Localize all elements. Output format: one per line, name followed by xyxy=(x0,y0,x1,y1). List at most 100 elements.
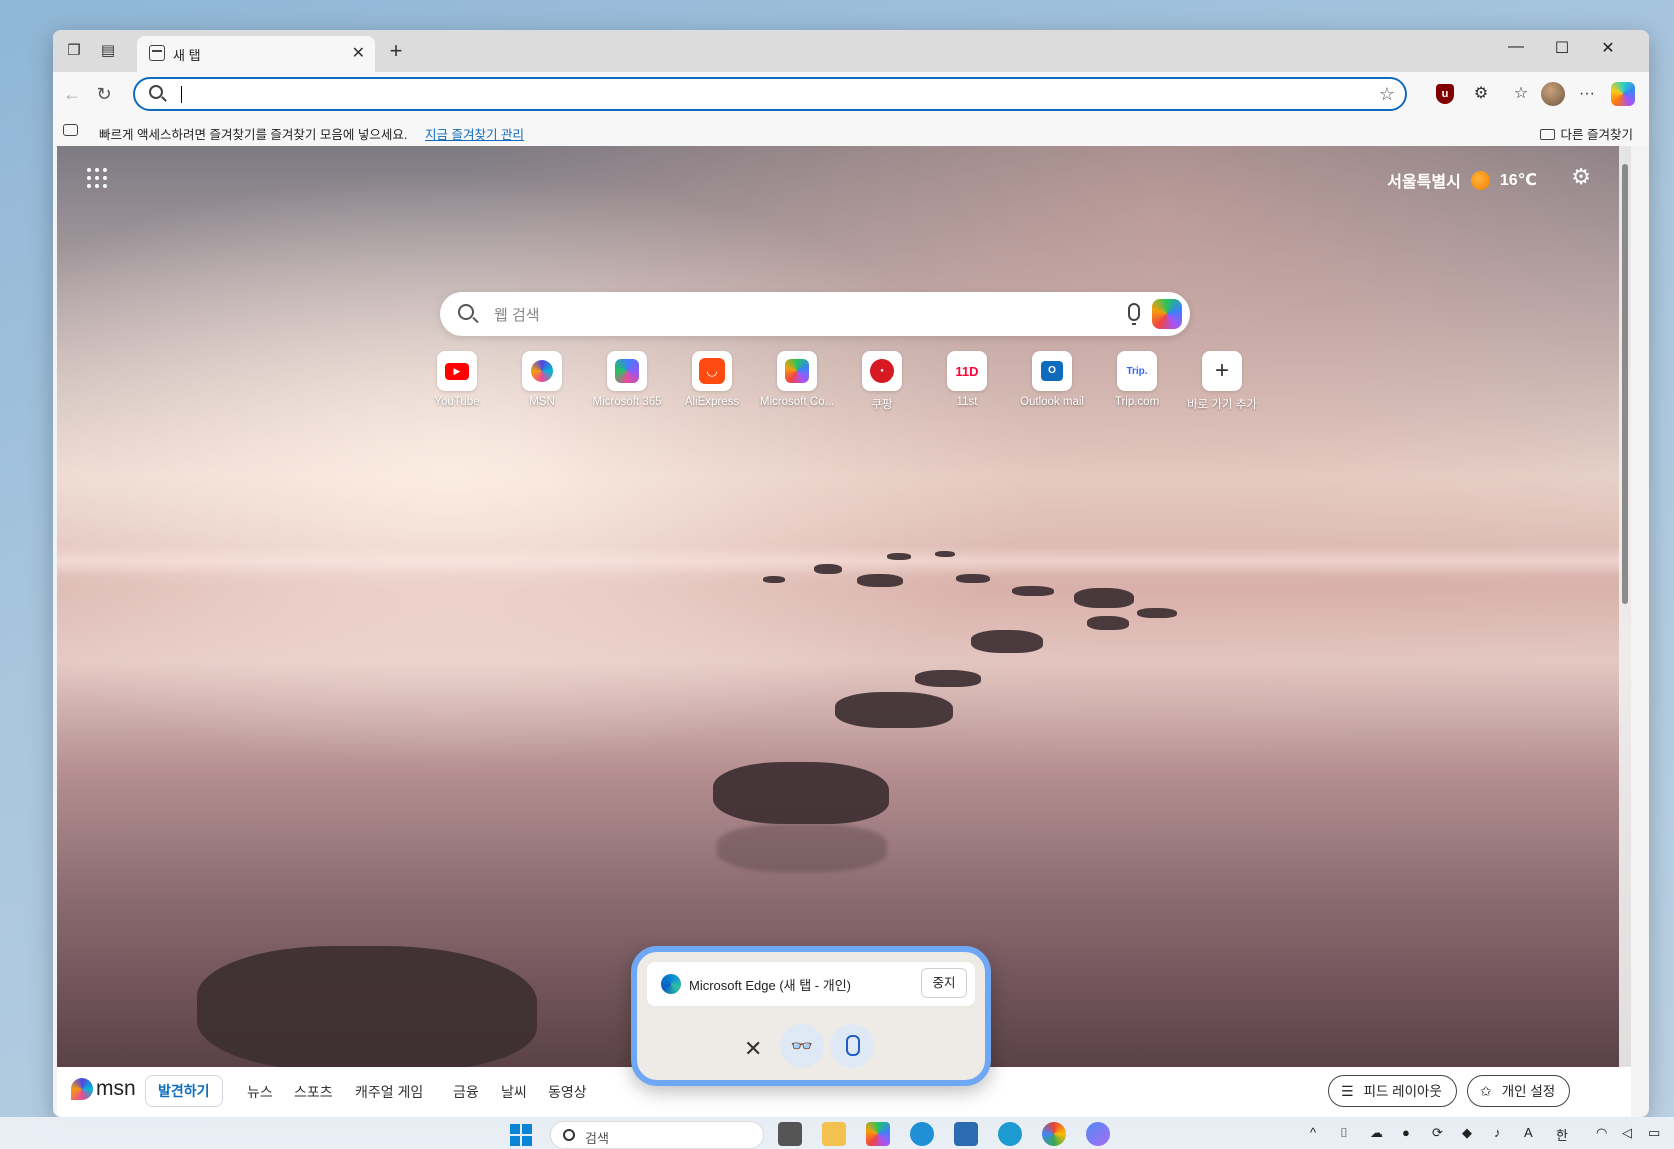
maximize-button[interactable]: ☐ xyxy=(1539,38,1585,58)
quicklink-coupang[interactable]: ● 쿠팡 xyxy=(842,351,922,412)
page-settings-gear-icon[interactable]: ⚙ xyxy=(1571,164,1591,190)
background-rock xyxy=(1012,586,1054,596)
back-button[interactable]: ← xyxy=(59,81,85,107)
battery-icon[interactable]: ▭ xyxy=(1648,1125,1660,1141)
background-rock xyxy=(1137,608,1177,618)
tray-app-icon[interactable]: ● xyxy=(1402,1125,1410,1140)
favorites-bar-icon xyxy=(63,124,78,136)
quicklink-aliexpress[interactable]: ◡ AliExpress xyxy=(672,351,752,408)
tab-bar: ❒ ▤ 새 탭 ✕ + — ☐ ✕ xyxy=(53,30,1649,72)
tab-casual-games[interactable]: 캐주얼 게임 xyxy=(355,1082,423,1102)
file-explorer-icon[interactable] xyxy=(822,1122,846,1146)
close-icon[interactable]: ✕ xyxy=(744,1036,762,1062)
quicklink-label: 쿠팡 xyxy=(871,399,893,411)
favorites-bar-message: 빠르게 액세스하려면 즐겨찾기를 즐겨찾기 모음에 넣으세요. xyxy=(99,128,408,142)
page-scrollbar[interactable] xyxy=(1619,146,1631,1067)
vertical-tabs-icon[interactable]: ▤ xyxy=(97,40,119,62)
weather-widget[interactable]: 서울특별시 16℃ xyxy=(1387,168,1537,192)
background-horizon xyxy=(57,546,1631,576)
volume-icon[interactable]: ◁ xyxy=(1622,1125,1632,1141)
start-button-windows-icon[interactable] xyxy=(510,1124,532,1146)
workspaces-icon[interactable]: ❒ xyxy=(63,40,85,62)
feed-layout-button[interactable]: ☰ 피드 레이아웃 xyxy=(1328,1075,1457,1107)
microphone-icon[interactable] xyxy=(830,1024,874,1068)
new-tab-page: 서울특별시 16℃ ⚙ 웹 검색 ▶ YouTube MSN Microsoft… xyxy=(57,146,1631,1067)
quicklink-11st[interactable]: 11D 11st xyxy=(927,351,1007,408)
copilot-app-icon[interactable] xyxy=(866,1122,890,1146)
feed-layout-label: 피드 레이아웃 xyxy=(1363,1084,1442,1099)
quicklink-label: Outlook mail xyxy=(1020,396,1084,408)
microphone-tray-icon[interactable]: ♪ xyxy=(1494,1125,1501,1140)
search-icon xyxy=(149,85,163,99)
copilot-icon xyxy=(785,359,809,383)
messenger-app-icon[interactable] xyxy=(998,1122,1022,1146)
glasses-icon[interactable]: 👓 xyxy=(780,1024,824,1068)
tab-close-icon[interactable]: ✕ xyxy=(352,43,365,63)
copilot-sidebar-icon[interactable] xyxy=(1611,82,1635,106)
store-icon[interactable] xyxy=(954,1122,978,1146)
web-search-box[interactable]: 웹 검색 xyxy=(440,292,1190,336)
wifi-icon[interactable]: ◠ xyxy=(1596,1125,1607,1141)
favorites-icon[interactable]: ☆ xyxy=(1509,82,1533,106)
tab-weather[interactable]: 날씨 xyxy=(501,1082,527,1102)
app-launcher-grid-icon[interactable] xyxy=(87,168,107,188)
search-icon xyxy=(563,1129,575,1141)
tab-news[interactable]: 뉴스 xyxy=(247,1082,273,1102)
web-search-input[interactable]: 웹 검색 xyxy=(494,304,540,325)
add-shortcut-button[interactable]: + 바로 가기 추가 xyxy=(1182,351,1262,412)
background-rock xyxy=(197,946,537,1067)
outlook-icon: O xyxy=(1041,361,1063,381)
ime-mode-a[interactable]: A xyxy=(1524,1125,1533,1140)
tab-new-tab[interactable]: 새 탭 ✕ xyxy=(137,36,375,72)
new-tab-button[interactable]: + xyxy=(383,38,409,64)
quicklink-label: YouTube xyxy=(434,396,480,408)
tab-sports[interactable]: 스포츠 xyxy=(294,1082,333,1102)
tab-discover[interactable]: 발견하기 xyxy=(145,1075,223,1107)
minimize-button[interactable]: — xyxy=(1493,38,1539,56)
copilot-icon[interactable] xyxy=(1152,299,1182,329)
msn-logo[interactable]: msn xyxy=(71,1077,136,1101)
personalize-button[interactable]: ✩ 개인 설정 xyxy=(1467,1075,1571,1107)
background-rock xyxy=(971,630,1043,653)
gemini-icon[interactable] xyxy=(1086,1122,1110,1146)
manage-favorites-link[interactable]: 지금 즐겨찾기 관리 xyxy=(425,124,524,143)
refresh-button[interactable]: ↻ xyxy=(91,81,117,107)
close-window-button[interactable]: ✕ xyxy=(1585,38,1631,58)
edge-taskbar-icon[interactable] xyxy=(910,1122,934,1146)
extensions-puzzle-icon[interactable]: ⚙ xyxy=(1469,82,1493,106)
onedrive-icon[interactable]: ☁ xyxy=(1370,1125,1383,1141)
aliexpress-icon: ◡ xyxy=(699,358,725,384)
quicklink-microsoft-365[interactable]: Microsoft 365 xyxy=(587,351,667,408)
quicklink-youtube[interactable]: ▶ YouTube xyxy=(417,351,497,408)
tray-chevron-icon[interactable]: ^ xyxy=(1310,1125,1316,1140)
quicklink-trip-com[interactable]: Trip. Trip.com xyxy=(1097,351,1177,408)
msn-logo-text: msn xyxy=(96,1077,136,1100)
11st-icon: 11D xyxy=(955,363,979,379)
background-rock xyxy=(857,574,903,587)
usb-icon[interactable]: ⌷ xyxy=(1340,1125,1348,1141)
scrollbar-thumb[interactable] xyxy=(1622,164,1628,604)
other-favorites-button[interactable]: 다른 즐겨찾기 xyxy=(1539,124,1633,143)
more-menu-icon[interactable]: ··· xyxy=(1575,82,1599,106)
coupang-icon: ● xyxy=(870,359,894,383)
ublock-origin-icon[interactable]: u xyxy=(1436,84,1454,104)
chrome-icon[interactable] xyxy=(1042,1122,1066,1146)
tab-finance[interactable]: 금융 xyxy=(453,1082,479,1102)
tab-video[interactable]: 동영상 xyxy=(548,1082,587,1102)
msn-butterfly-icon xyxy=(71,1078,93,1100)
sync-icon[interactable]: ⟳ xyxy=(1432,1125,1443,1141)
stop-button[interactable]: 중지 xyxy=(921,968,967,998)
taskbar-search[interactable]: 검색 xyxy=(550,1121,764,1149)
ime-mode-hangul[interactable]: 한 xyxy=(1556,1125,1568,1144)
voice-target-card: Microsoft Edge (새 탭 - 개인) 중지 xyxy=(647,962,975,1006)
new-tab-favicon-icon xyxy=(149,45,165,61)
task-view-icon[interactable] xyxy=(778,1122,802,1146)
quicklink-outlook-mail[interactable]: O Outlook mail xyxy=(1012,351,1092,408)
shield-icon[interactable]: ◆ xyxy=(1462,1125,1472,1141)
address-bar[interactable]: ☆ xyxy=(133,77,1407,111)
profile-avatar[interactable] xyxy=(1541,82,1565,106)
quicklink-msn[interactable]: MSN xyxy=(502,351,582,408)
quicklink-microsoft-copilot[interactable]: Microsoft Co... xyxy=(757,351,837,408)
voice-search-mic-icon[interactable] xyxy=(1128,303,1140,325)
add-favorite-star-icon[interactable]: ☆ xyxy=(1379,84,1395,105)
